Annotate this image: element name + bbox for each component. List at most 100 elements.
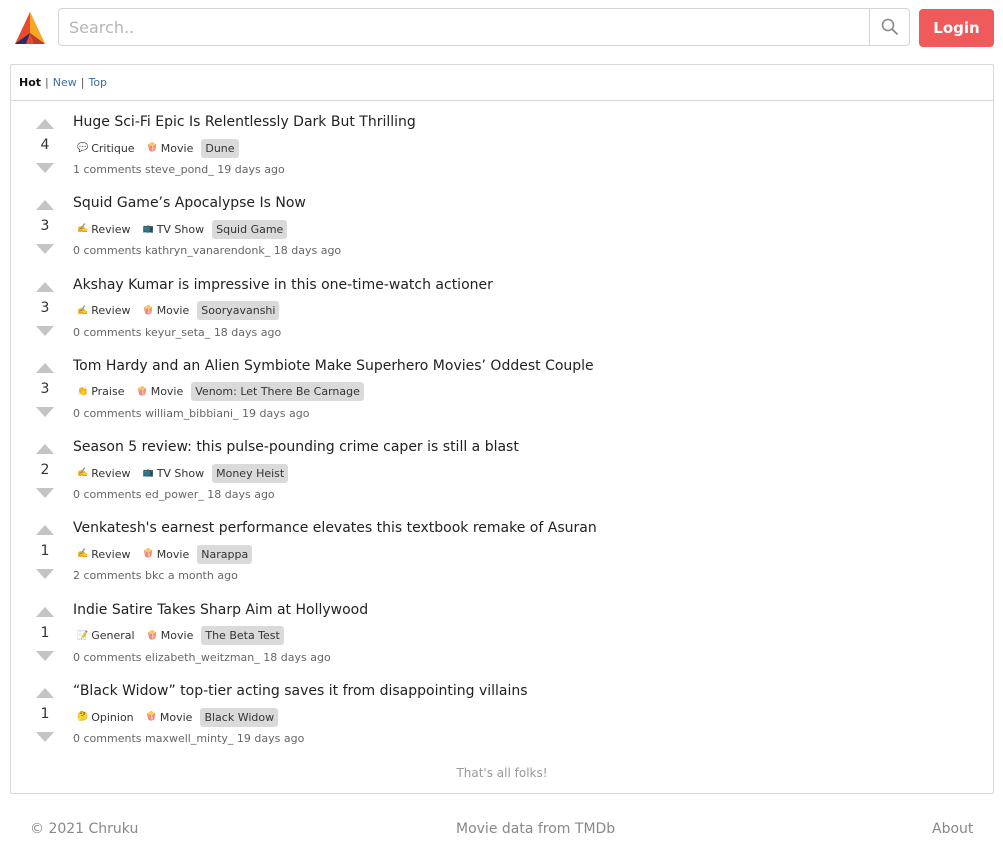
- category-tag[interactable]: ✍️ Review: [73, 467, 130, 480]
- category-icon: 👏: [77, 386, 89, 397]
- author-link[interactable]: kathryn_vanarendonk_: [145, 244, 270, 257]
- upvote-arrow-icon[interactable]: [36, 444, 54, 455]
- post-title-link[interactable]: Tom Hardy and an Alien Symbiote Make Sup…: [73, 357, 594, 375]
- downvote-arrow-icon[interactable]: [36, 650, 54, 661]
- category-tag[interactable]: 📝 General: [73, 629, 135, 642]
- comments-link[interactable]: 0 comments: [73, 488, 142, 501]
- category-tag[interactable]: ✍️ Review: [73, 548, 130, 561]
- post-body: “Black Widow” top-tier acting saves it f…: [73, 682, 528, 745]
- post-meta: 1 comments steve_pond_ 19 days ago: [73, 163, 416, 176]
- post-list: 4 Huge Sci-Fi Epic Is Relentlessly Dark …: [11, 101, 993, 751]
- author-link[interactable]: steve_pond_: [145, 163, 214, 176]
- search-button[interactable]: [869, 8, 910, 46]
- comments-link[interactable]: 0 comments: [73, 326, 142, 339]
- category-icon: 💬: [77, 143, 89, 153]
- author-link[interactable]: william_bibbiani_: [145, 407, 239, 420]
- post-row: 3 Squid Game’s Apocalypse Is Now ✍️ Revi…: [11, 182, 993, 263]
- login-button[interactable]: Login: [919, 9, 994, 47]
- post-meta: 0 comments keyur_seta_ 18 days ago: [73, 326, 493, 339]
- media-type-label: Movie: [160, 629, 194, 643]
- post-title-link[interactable]: “Black Widow” top-tier acting saves it f…: [73, 682, 528, 700]
- downvote-arrow-icon[interactable]: [36, 325, 54, 336]
- media-type-tag[interactable]: 🍿 Movie: [142, 711, 193, 724]
- media-type-tag[interactable]: 🍿 Movie: [138, 548, 189, 561]
- media-type-icon: 📺: [142, 468, 154, 479]
- media-type-tag[interactable]: 📺 TV Show: [138, 223, 204, 236]
- upvote-arrow-icon[interactable]: [36, 606, 54, 617]
- category-tag[interactable]: 💬 Critique: [73, 142, 135, 155]
- search-input[interactable]: [58, 8, 870, 46]
- title-chip[interactable]: Narappa: [197, 544, 253, 564]
- author-link[interactable]: keyur_seta_: [145, 326, 210, 339]
- post-meta: 0 comments elizabeth_weitzman_ 18 days a…: [73, 651, 368, 664]
- vote-widget: 4: [33, 115, 57, 173]
- media-type-tag[interactable]: 🍿 Movie: [143, 142, 194, 155]
- sort-separator: |: [80, 76, 85, 89]
- sort-hot-link[interactable]: Hot: [19, 76, 41, 89]
- title-chip[interactable]: The Beta Test: [201, 626, 284, 646]
- downvote-arrow-icon[interactable]: [36, 569, 54, 580]
- category-tag[interactable]: ✍️ Review: [73, 223, 130, 236]
- upvote-arrow-icon[interactable]: [36, 119, 54, 129]
- author-link[interactable]: ed_power_: [145, 488, 204, 501]
- post-meta: 0 comments kathryn_vanarendonk_ 18 days …: [73, 244, 341, 257]
- downvote-arrow-icon[interactable]: [36, 406, 54, 417]
- media-type-tag[interactable]: 🍿 Movie: [143, 629, 194, 642]
- sort-new-link[interactable]: New: [53, 76, 77, 89]
- vote-widget: 3: [33, 196, 57, 255]
- comments-link[interactable]: 0 comments: [73, 651, 142, 664]
- comments-link[interactable]: 0 comments: [73, 244, 142, 257]
- post-title-link[interactable]: Akshay Kumar is impressive in this one-t…: [73, 276, 493, 294]
- media-type-icon: 🍿: [146, 630, 158, 641]
- upvote-arrow-icon[interactable]: [36, 525, 54, 536]
- title-chip[interactable]: Dune: [201, 138, 239, 158]
- title-chip[interactable]: Money Heist: [212, 463, 289, 483]
- post-body: Indie Satire Takes Sharp Aim at Hollywoo…: [73, 601, 368, 664]
- post-tags: ✍️ Review 🍿 Movie Narappa: [73, 544, 597, 564]
- downvote-arrow-icon[interactable]: [36, 488, 54, 499]
- comments-link[interactable]: 2 comments: [73, 569, 142, 582]
- category-tag[interactable]: 🤔 Opinion: [73, 711, 134, 724]
- post-time: 19 days ago: [236, 732, 305, 746]
- post-tags: 👏 Praise 🍿 Movie Venom: Let There Be Car…: [73, 382, 594, 402]
- category-icon: 📝: [77, 630, 89, 641]
- media-type-tag[interactable]: 🍿 Movie: [132, 385, 183, 398]
- category-tag[interactable]: ✍️ Review: [73, 304, 130, 317]
- media-type-label: Movie: [150, 385, 184, 399]
- title-chip[interactable]: Sooryavanshi: [197, 301, 280, 321]
- footer-copyright: © 2021 Chruku: [30, 821, 139, 837]
- sort-top-link[interactable]: Top: [88, 76, 107, 89]
- category-label: Review: [91, 222, 131, 236]
- upvote-arrow-icon[interactable]: [36, 688, 54, 699]
- media-type-tag[interactable]: 📺 TV Show: [138, 467, 204, 480]
- comments-link[interactable]: 0 comments: [73, 732, 142, 745]
- downvote-arrow-icon[interactable]: [36, 163, 54, 173]
- post-title-link[interactable]: Venkatesh's earnest performance elevates…: [73, 519, 597, 537]
- post-time: 18 days ago: [207, 488, 275, 502]
- upvote-arrow-icon[interactable]: [36, 200, 54, 211]
- category-tag[interactable]: 👏 Praise: [73, 385, 124, 398]
- title-chip[interactable]: Venom: Let There Be Carnage: [191, 382, 364, 402]
- title-chip[interactable]: Black Widow: [200, 707, 279, 727]
- downvote-arrow-icon[interactable]: [36, 244, 54, 255]
- post-title-link[interactable]: Huge Sci-Fi Epic Is Relentlessly Dark Bu…: [73, 113, 416, 131]
- posts-panel: Hot | New | Top 4 Huge Sci-Fi Epic Is Re…: [10, 64, 994, 794]
- category-icon: ✍️: [77, 468, 89, 479]
- author-link[interactable]: bkc: [145, 569, 164, 582]
- author-link[interactable]: elizabeth_weitzman_: [145, 651, 260, 664]
- author-link[interactable]: maxwell_minty_: [145, 732, 233, 745]
- title-chip[interactable]: Squid Game: [212, 219, 288, 239]
- chruku-logo-icon[interactable]: [14, 11, 46, 45]
- downvote-arrow-icon[interactable]: [36, 732, 54, 743]
- comments-link[interactable]: 0 comments: [73, 407, 142, 420]
- upvote-arrow-icon[interactable]: [36, 362, 54, 373]
- post-title-link[interactable]: Season 5 review: this pulse-pounding cri…: [73, 438, 519, 456]
- comments-link[interactable]: 1 comments: [73, 163, 142, 176]
- upvote-arrow-icon[interactable]: [36, 281, 54, 292]
- footer-tmdb-credit-link[interactable]: Movie data from TMDb: [456, 821, 615, 837]
- post-body: Tom Hardy and an Alien Symbiote Make Sup…: [73, 357, 594, 420]
- footer-about-link[interactable]: About: [932, 821, 973, 837]
- post-title-link[interactable]: Squid Game’s Apocalypse Is Now: [73, 194, 341, 212]
- post-title-link[interactable]: Indie Satire Takes Sharp Aim at Hollywoo…: [73, 601, 368, 619]
- media-type-tag[interactable]: 🍿 Movie: [138, 304, 189, 317]
